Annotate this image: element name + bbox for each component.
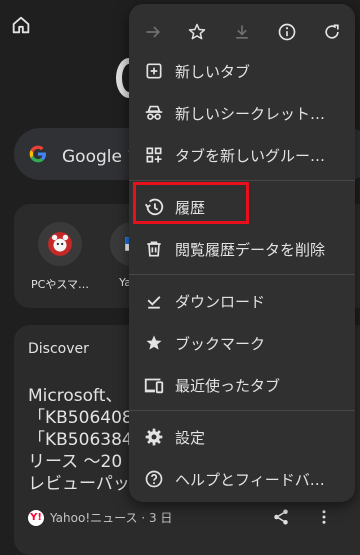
menu-toolbar (129, 10, 355, 54)
menu-item-label: 新しいタブ (175, 62, 251, 81)
incognito-icon (143, 102, 165, 124)
bear-icon (38, 222, 82, 266)
menu-item-bookmarks[interactable]: ブックマーク (129, 323, 355, 363)
discover-label: Discover (28, 341, 89, 357)
menu-item-recent-tabs[interactable]: 最近使ったタブ (129, 365, 355, 405)
settings-gear-icon (143, 426, 165, 448)
menu-item-new-incognito[interactable]: 新しいシークレット… (129, 93, 355, 133)
help-icon (143, 468, 165, 490)
menu-item-new-tab-group[interactable]: タブを新しいグルー… (129, 135, 355, 175)
google-g-icon (29, 145, 46, 163)
more-button[interactable] (318, 508, 330, 526)
shortcut-tile[interactable]: PCやスマ… (20, 222, 100, 292)
tab-group-icon (143, 144, 165, 166)
download-done-icon (143, 290, 165, 312)
menu-divider (129, 410, 355, 411)
star-icon (188, 23, 206, 40)
more-vert-icon (322, 510, 326, 524)
home-button[interactable] (10, 14, 32, 36)
menu-item-label: 新しいシークレット… (175, 104, 326, 123)
recent-tabs-icon (143, 374, 165, 396)
info-icon (278, 23, 296, 41)
source-text: Yahoo!ニュース · 3 日 (50, 511, 173, 525)
menu-item-label: ダウンロード (175, 292, 266, 311)
menu-item-settings[interactable]: 設定 (129, 417, 355, 457)
bookmark-star-icon (143, 332, 165, 354)
share-button[interactable] (272, 508, 290, 526)
forward-button[interactable] (139, 18, 167, 46)
menu-item-clear-browsing-data[interactable]: 閲覧履歴データを削除 (129, 229, 355, 269)
menu-item-help-feedback[interactable]: ヘルプとフィードバ… (129, 459, 355, 499)
bookmark-button[interactable] (183, 18, 211, 46)
history-highlight-box (133, 182, 249, 224)
menu-divider (129, 180, 355, 181)
menu-divider (129, 274, 355, 275)
new-tab-icon (143, 60, 165, 82)
shortcut-label: PCやスマ… (31, 278, 89, 291)
forward-icon (146, 26, 161, 38)
menu-item-label: タブを新しいグルー… (175, 146, 326, 165)
menu-item-label: 設定 (175, 428, 206, 447)
menu-item-new-tab[interactable]: 新しいタブ (129, 51, 355, 91)
menu-item-label: ブックマーク (175, 334, 266, 353)
trash-icon (143, 238, 165, 260)
menu-item-label: ヘルプとフィードバ… (175, 470, 325, 489)
page-info-button[interactable] (273, 18, 301, 46)
share-icon (274, 509, 288, 525)
download-icon (236, 25, 248, 39)
yahoo-icon: Y! (28, 509, 44, 526)
download-button[interactable] (228, 18, 256, 46)
menu-item-label: 閲覧履歴データを削除 (175, 240, 326, 259)
home-icon (12, 16, 30, 34)
overflow-menu: 新しいタブ 新しいシークレット… タブを新しいグルー… 履歴 閲覧履歴データを削… (129, 4, 355, 502)
article-source: Y! Yahoo!ニュース · 3 日 (28, 509, 172, 526)
reload-button[interactable] (318, 18, 346, 46)
reload-icon (325, 24, 339, 39)
menu-item-label: 最近使ったタブ (175, 376, 281, 395)
menu-item-downloads[interactable]: ダウンロード (129, 281, 355, 321)
